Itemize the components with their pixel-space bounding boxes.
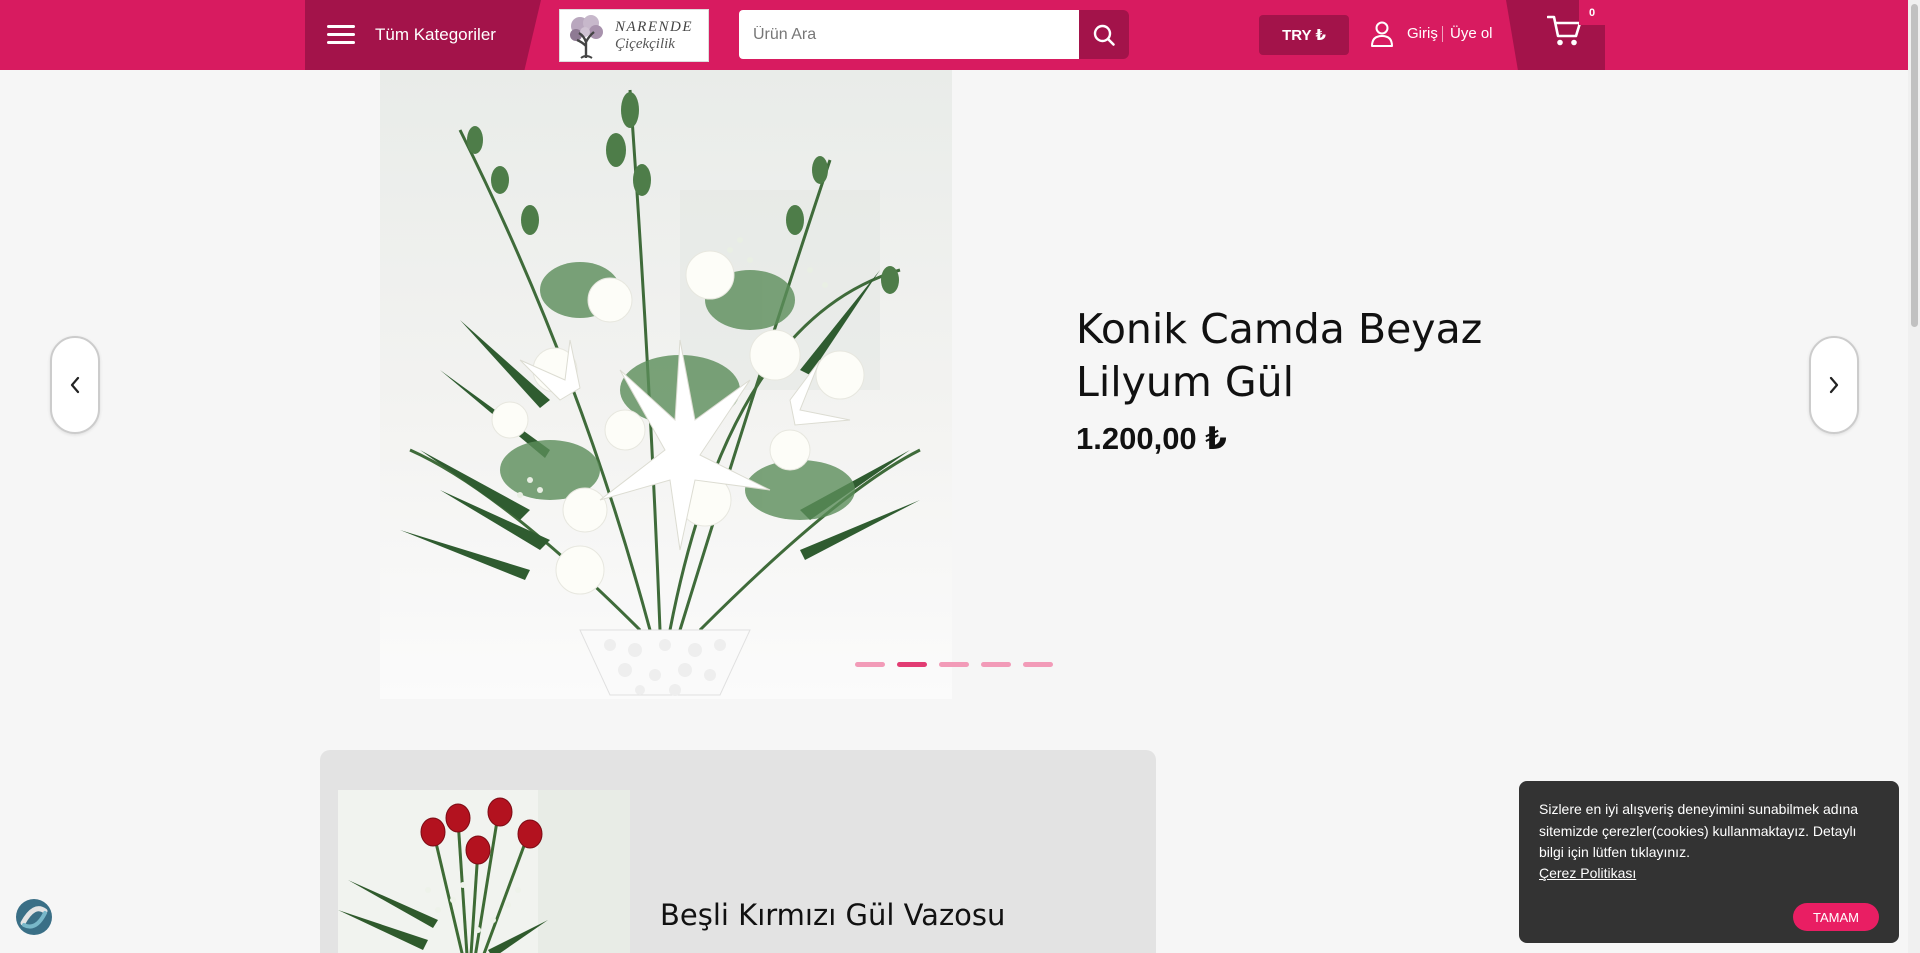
cookie-message: Sizlere en iyi alışveriş deneyimini suna…	[1539, 801, 1859, 860]
cookie-accept-button[interactable]: TAMAM	[1793, 903, 1879, 931]
cart-count-badge: 0	[1579, 0, 1605, 25]
product-card-image[interactable]	[338, 790, 630, 953]
user-icon[interactable]	[1370, 21, 1394, 47]
search-input[interactable]	[739, 10, 1079, 59]
login-link[interactable]: Giriş	[1407, 25, 1438, 42]
logo-line1: NARENDE	[615, 19, 693, 35]
slider-prev-button[interactable]	[50, 336, 100, 434]
cookie-banner: Sizlere en iyi alışveriş deneyimini suna…	[1519, 781, 1899, 943]
red-roses-vase-image	[338, 790, 630, 953]
logo-text: NARENDE Çiçekçilik	[615, 19, 693, 52]
white-lily-arrangement-image	[400, 89, 921, 696]
chat-widget-icon[interactable]	[14, 897, 54, 937]
slider-dot[interactable]	[939, 662, 969, 667]
site-logo[interactable]: NARENDE Çiçekçilik	[559, 9, 709, 62]
all-categories-button[interactable]: Tüm Kategoriler	[305, 0, 541, 70]
tree-logo-icon	[570, 14, 603, 59]
search-icon	[1093, 24, 1115, 46]
currency-selector[interactable]: TRY ₺	[1259, 15, 1349, 55]
slider-pagination	[855, 662, 1053, 667]
slide-product-title[interactable]: Konik Camda Beyaz Lilyum Gül	[1076, 303, 1596, 409]
page-scrollbar-thumb[interactable]	[1911, 4, 1918, 327]
product-card-title[interactable]: Beşli Kırmızı Gül Vazosu	[660, 898, 1005, 932]
register-link[interactable]: Üye ol	[1450, 25, 1493, 42]
chevron-left-icon	[70, 376, 80, 394]
search-button[interactable]	[1079, 10, 1129, 59]
hamburger-icon	[327, 24, 355, 46]
slider-dot-active[interactable]	[897, 662, 927, 667]
logo-line2: Çiçekçilik	[615, 35, 675, 52]
all-categories-label: Tüm Kategoriler	[375, 25, 496, 44]
slider-dot[interactable]	[981, 662, 1011, 667]
chevron-right-icon	[1829, 376, 1839, 394]
cart-icon[interactable]	[1547, 14, 1583, 48]
slide-product-image[interactable]	[380, 70, 952, 699]
slider-dot[interactable]	[1023, 662, 1053, 667]
slider-dot[interactable]	[855, 662, 885, 667]
login-separator	[1442, 26, 1443, 42]
slide-product-price: 1.200,00 ₺	[1076, 421, 1227, 456]
cookie-policy-link[interactable]: Çerez Politikası	[1539, 865, 1636, 881]
slider-next-button[interactable]	[1809, 336, 1859, 434]
